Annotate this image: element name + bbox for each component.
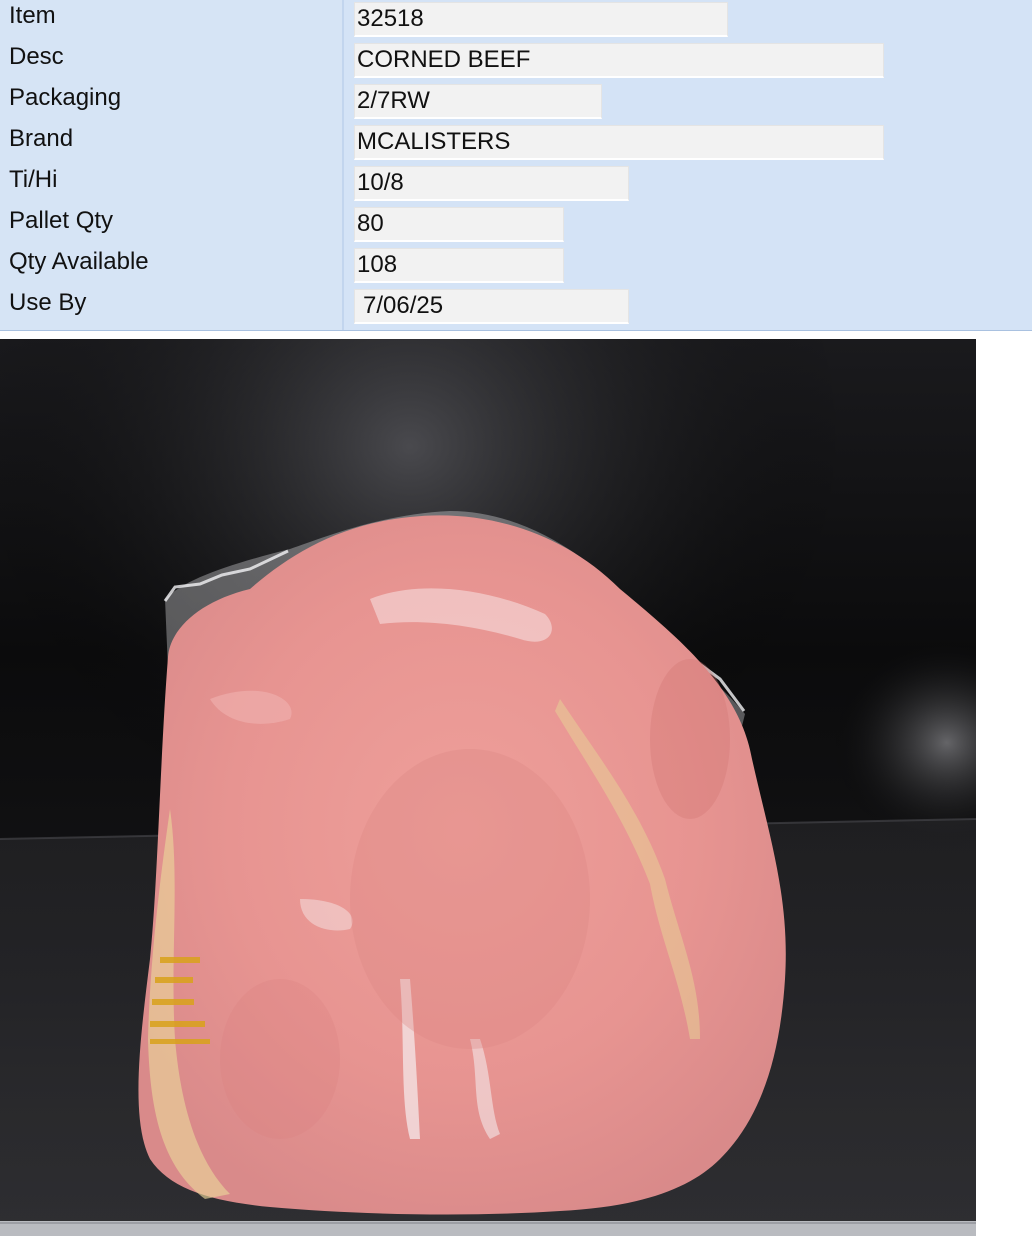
brand-label: Brand bbox=[9, 125, 74, 152]
use-by-value-field[interactable]: 7/06/25 bbox=[354, 289, 629, 324]
field-row-use-by: Use By 7/06/25 bbox=[0, 287, 1032, 327]
pallet-qty-label: Pallet Qty bbox=[9, 207, 114, 234]
product-info-panel: Item 32518 Desc CORNED BEEF Packaging 2/… bbox=[0, 0, 1032, 331]
brand-value-field[interactable]: MCALISTERS bbox=[354, 125, 884, 160]
field-row-desc: Desc CORNED BEEF bbox=[0, 41, 1032, 81]
field-row-packaging: Packaging 2/7RW bbox=[0, 82, 1032, 122]
item-value-field[interactable]: 32518 bbox=[354, 2, 728, 37]
packaging-label: Packaging bbox=[9, 84, 122, 111]
desc-label: Desc bbox=[9, 43, 64, 70]
packaging-value-field[interactable]: 2/7RW bbox=[354, 84, 602, 119]
qty-available-label: Qty Available bbox=[9, 248, 149, 275]
ti-hi-value-field[interactable]: 10/8 bbox=[354, 166, 629, 201]
product-photo bbox=[0, 339, 976, 1236]
qty-available-value-field[interactable]: 108 bbox=[354, 248, 564, 283]
field-row-qty-available: Qty Available 108 bbox=[0, 246, 1032, 286]
field-row-brand: Brand MCALISTERS bbox=[0, 123, 1032, 163]
pallet-qty-value-field[interactable]: 80 bbox=[354, 207, 564, 242]
item-label: Item bbox=[9, 2, 56, 29]
corned-beef-photo-illustration bbox=[0, 339, 976, 1236]
field-row-pallet-qty: Pallet Qty 80 bbox=[0, 205, 1032, 245]
product-detail-page: Item 32518 Desc CORNED BEEF Packaging 2/… bbox=[0, 0, 1032, 1236]
ti-hi-label: Ti/Hi bbox=[9, 166, 58, 193]
field-row-ti-hi: Ti/Hi 10/8 bbox=[0, 164, 1032, 204]
desc-value-field[interactable]: CORNED BEEF bbox=[354, 43, 884, 78]
field-row-item: Item 32518 bbox=[0, 0, 1032, 40]
use-by-label: Use By bbox=[9, 289, 87, 316]
